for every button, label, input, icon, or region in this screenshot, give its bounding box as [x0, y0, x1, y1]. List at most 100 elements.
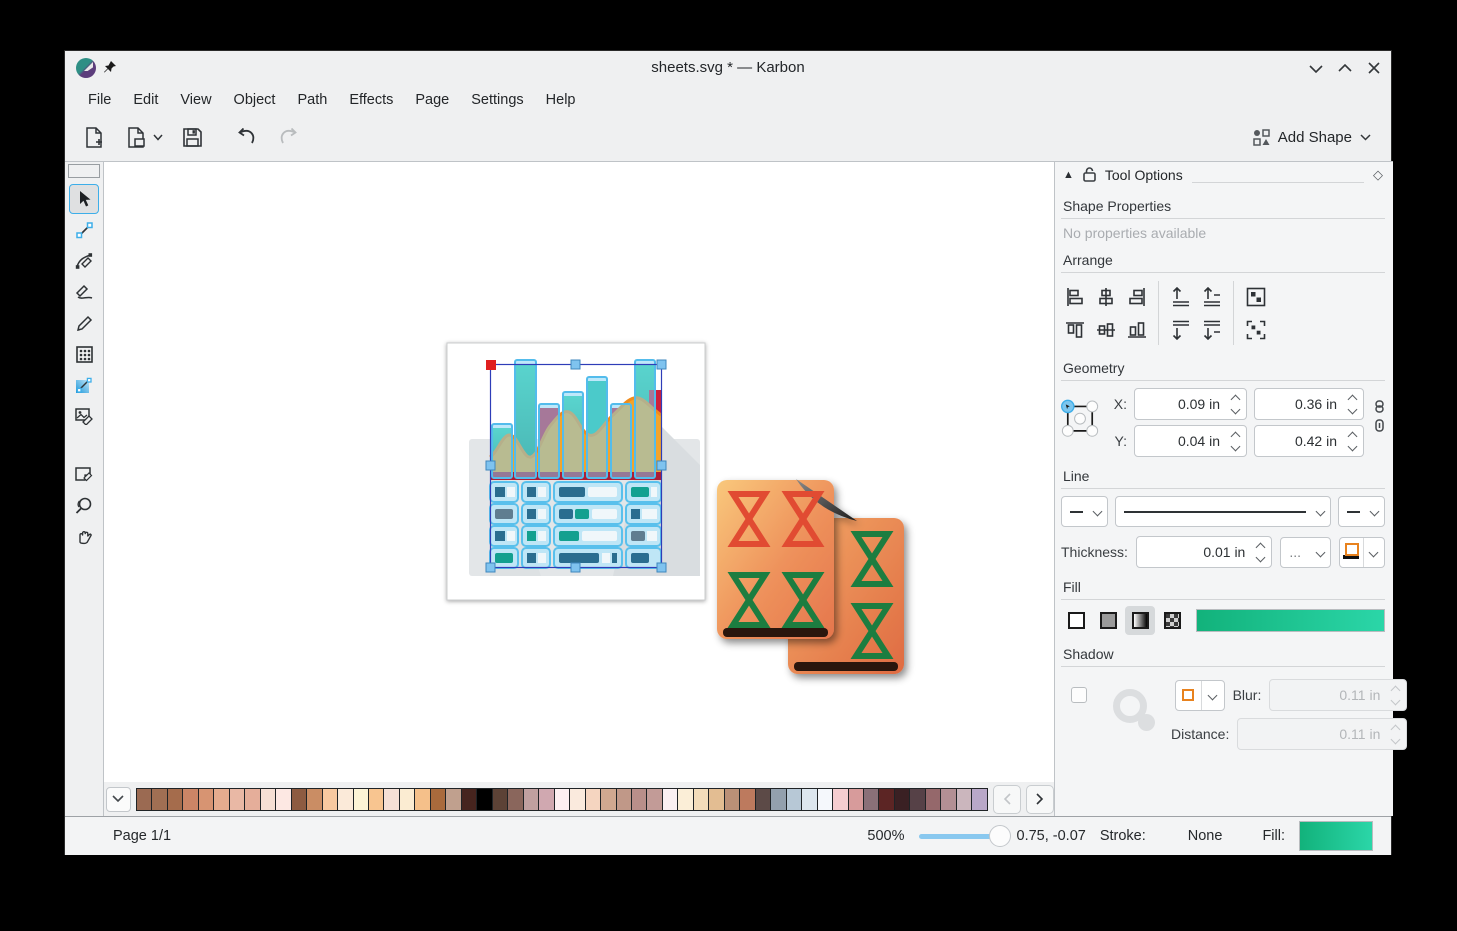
palette-swatch[interactable]	[151, 788, 167, 811]
save-button[interactable]	[177, 123, 207, 153]
zoom-slider[interactable]	[919, 826, 1003, 846]
palette-swatch[interactable]	[213, 788, 229, 811]
open-recent-dropdown[interactable]	[151, 123, 165, 153]
palette-swatch[interactable]	[894, 788, 910, 811]
tool-gradient-edit[interactable]	[69, 370, 99, 400]
palette-swatch[interactable]	[136, 788, 152, 811]
tool-zoom[interactable]	[69, 490, 99, 520]
add-shape-button[interactable]: Add Shape	[1247, 122, 1377, 153]
fill-color-swatch[interactable]	[1299, 821, 1373, 851]
palette-swatch[interactable]	[971, 788, 987, 811]
palette-swatch[interactable]	[198, 788, 214, 811]
tool-pattern-edit[interactable]	[69, 339, 99, 369]
palette-swatch[interactable]	[461, 788, 477, 811]
fill-gradient-button[interactable]	[1125, 606, 1155, 635]
palette-swatch[interactable]	[616, 788, 632, 811]
keep-aspect-ratio-icon[interactable]	[1374, 400, 1385, 413]
menu-object[interactable]: Object	[223, 88, 287, 112]
menu-edit[interactable]: Edit	[122, 88, 169, 112]
palette-swatch[interactable]	[817, 788, 833, 811]
align-bottom-button[interactable]	[1125, 318, 1148, 341]
align-top-button[interactable]	[1063, 318, 1086, 341]
canvas[interactable]	[104, 161, 1054, 782]
palette-swatch[interactable]	[600, 788, 616, 811]
lock-icon[interactable]	[1083, 167, 1096, 182]
zoom-slider-knob[interactable]	[989, 825, 1011, 847]
maximize-button[interactable]	[1336, 59, 1354, 77]
line-start-marker-dropdown[interactable]	[1061, 496, 1108, 527]
fill-solid-button[interactable]	[1093, 606, 1123, 635]
palette-swatch[interactable]	[337, 788, 353, 811]
palette-swatch[interactable]	[755, 788, 771, 811]
zoom-level[interactable]: 500%	[867, 828, 904, 844]
palette-swatch[interactable]	[677, 788, 693, 811]
palette-swatch[interactable]	[801, 788, 817, 811]
tool-image-edit[interactable]	[69, 401, 99, 431]
align-center-horizontal-button[interactable]	[1094, 285, 1117, 308]
shadow-blur-spinbox[interactable]: 0.11 in	[1269, 679, 1407, 711]
palette-swatch[interactable]	[724, 788, 740, 811]
shadow-distance-spinbox[interactable]: 0.11 in	[1237, 718, 1407, 750]
palette-menu-button[interactable]	[106, 787, 131, 812]
tool-edit-path[interactable]	[69, 215, 99, 245]
titlebar[interactable]: sheets.svg * — Karbon	[65, 51, 1391, 86]
dock-float-icon[interactable]: ◇	[1373, 167, 1383, 183]
palette-swatch[interactable]	[863, 788, 879, 811]
raise-shape-button[interactable]	[1169, 285, 1192, 308]
fill-pattern-button[interactable]	[1157, 606, 1187, 635]
menu-view[interactable]: View	[169, 88, 222, 112]
redo-button[interactable]	[274, 123, 304, 153]
palette-scroll-right-button[interactable]	[1026, 785, 1054, 814]
palette-swatch[interactable]	[322, 788, 338, 811]
bring-to-front-button[interactable]	[1200, 285, 1223, 308]
y-position-spinbox[interactable]: 0.04 in	[1134, 425, 1247, 457]
align-center-vertical-button[interactable]	[1094, 318, 1117, 341]
group-shapes-button[interactable]	[1244, 285, 1267, 308]
palette-swatch[interactable]	[538, 788, 554, 811]
toolbox-drag-handle[interactable]	[68, 164, 100, 178]
palette-swatch[interactable]	[739, 788, 755, 811]
palette-swatch[interactable]	[229, 788, 245, 811]
shadow-angle-selector[interactable]	[1113, 689, 1151, 727]
lower-shape-button[interactable]	[1169, 318, 1192, 341]
palette-swatch[interactable]	[940, 788, 956, 811]
palette-swatch[interactable]	[445, 788, 461, 811]
palette-swatch[interactable]	[275, 788, 291, 811]
new-document-button[interactable]	[79, 123, 109, 153]
palette-swatch[interactable]	[492, 788, 508, 811]
palette-swatch[interactable]	[507, 788, 523, 811]
palette-swatch[interactable]	[956, 788, 972, 811]
palette-swatch[interactable]	[182, 788, 198, 811]
palette-swatch[interactable]	[848, 788, 864, 811]
palette-swatch[interactable]	[523, 788, 539, 811]
palette-swatch[interactable]	[909, 788, 925, 811]
menu-path[interactable]: Path	[286, 88, 338, 112]
palette-swatch[interactable]	[925, 788, 941, 811]
anchor-position-selector[interactable]	[1061, 388, 1099, 452]
palette-swatch[interactable]	[585, 788, 601, 811]
tool-page-edit[interactable]	[69, 459, 99, 489]
menu-help[interactable]: Help	[535, 88, 587, 112]
tool-pencil[interactable]	[69, 308, 99, 338]
stroke-value[interactable]: None	[1188, 828, 1223, 844]
link-dimensions-icon[interactable]	[1374, 419, 1385, 432]
open-document-button[interactable]	[121, 123, 151, 153]
palette-swatch[interactable]	[631, 788, 647, 811]
palette-swatch[interactable]	[167, 788, 183, 811]
menu-settings[interactable]: Settings	[460, 88, 534, 112]
line-join-dropdown[interactable]: ...	[1280, 537, 1331, 568]
palette-swatch[interactable]	[662, 788, 678, 811]
palette-swatch[interactable]	[786, 788, 802, 811]
fill-gradient-preview[interactable]	[1196, 609, 1385, 632]
palette-swatch[interactable]	[554, 788, 570, 811]
send-to-back-button[interactable]	[1200, 318, 1223, 341]
palette-swatch[interactable]	[693, 788, 709, 811]
x-position-spinbox[interactable]: 0.09 in	[1134, 388, 1247, 420]
fill-none-button[interactable]	[1061, 606, 1091, 635]
palette-swatch[interactable]	[368, 788, 384, 811]
palette-swatch[interactable]	[832, 788, 848, 811]
shadow-color-button[interactable]	[1175, 680, 1225, 711]
align-right-button[interactable]	[1125, 285, 1148, 308]
dock-collapse-icon[interactable]: ▲	[1063, 169, 1074, 181]
line-cap-button[interactable]	[1339, 537, 1385, 568]
